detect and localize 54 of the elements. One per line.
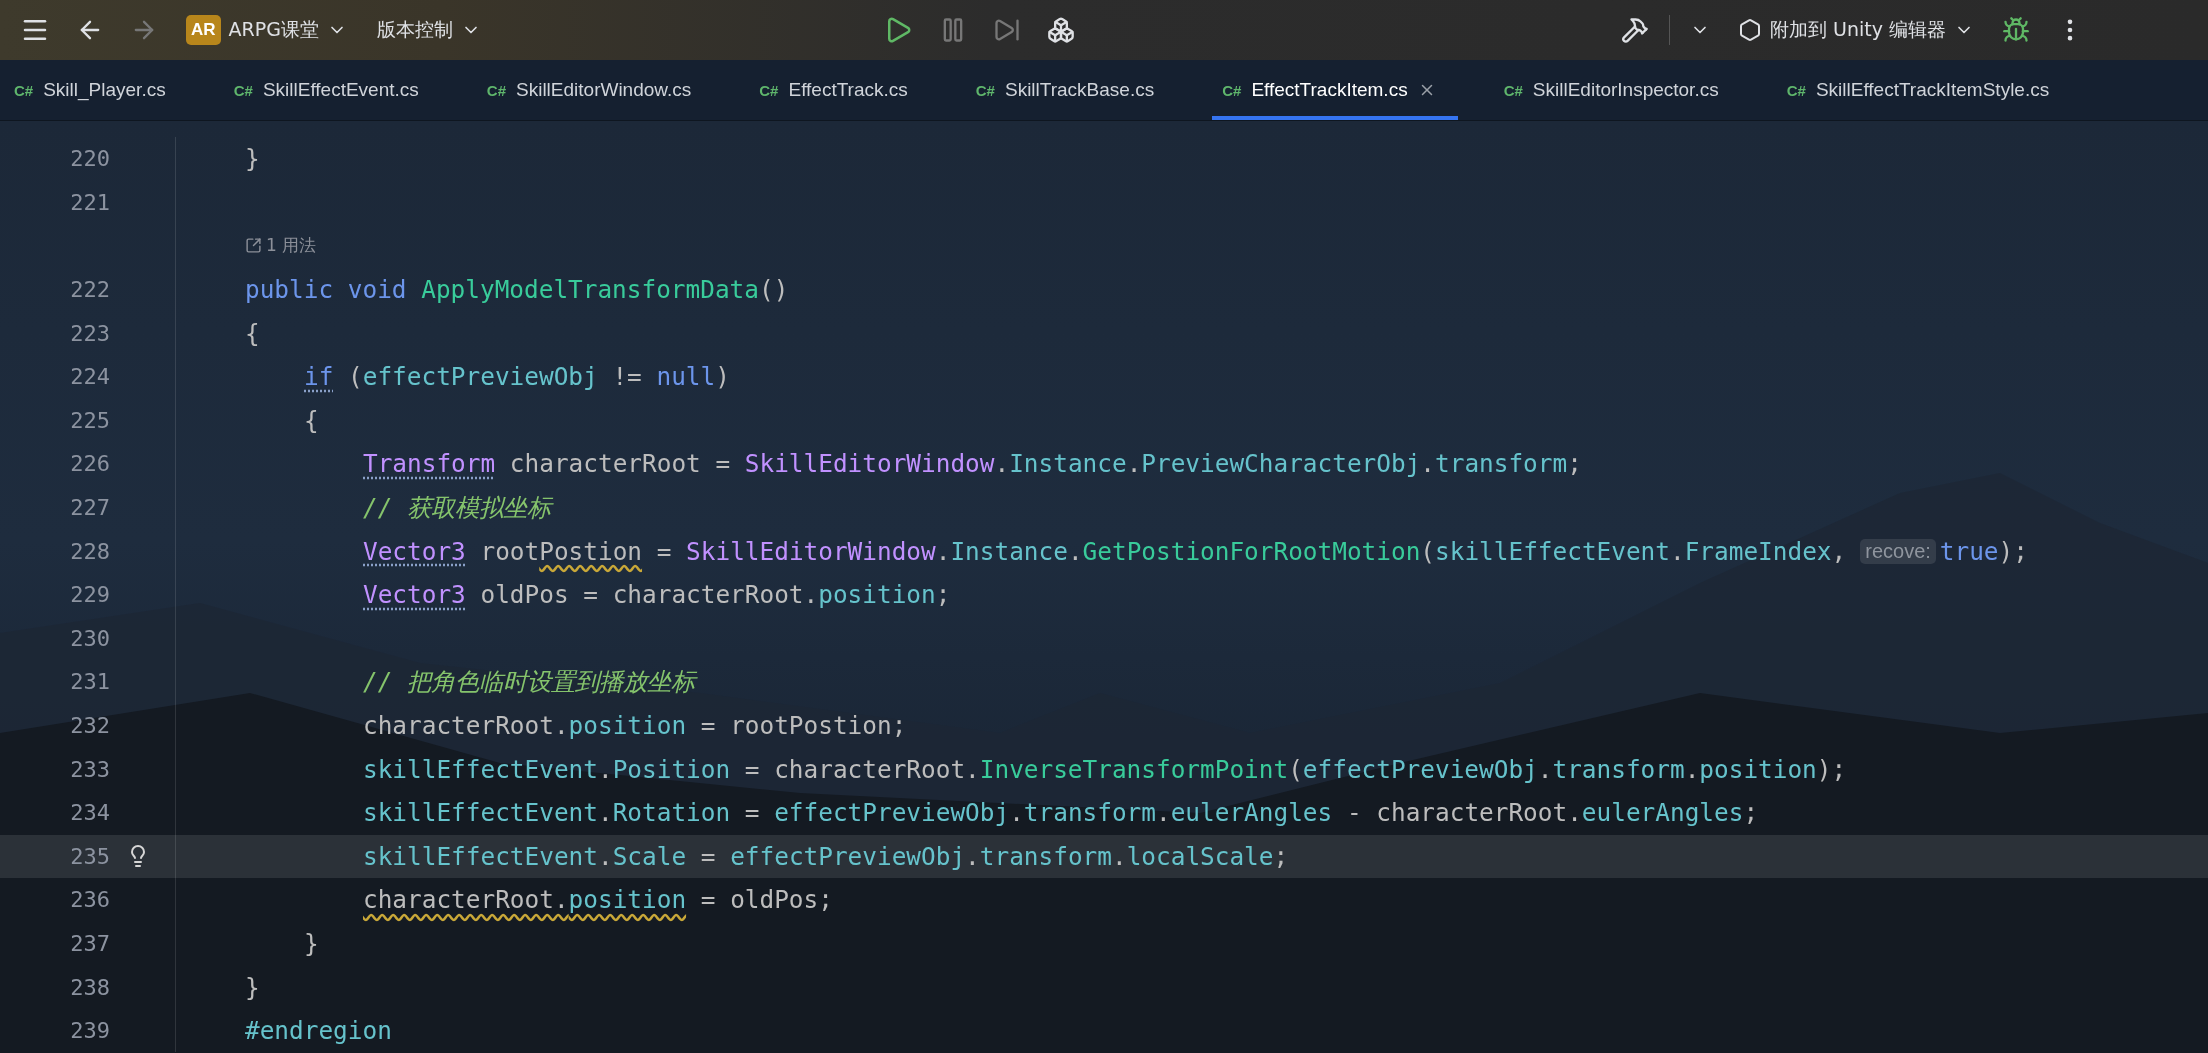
code-line: skillEffectEvent.Scale = effectPreviewObj.transform.localScale;: [363, 841, 1289, 871]
code-line: characterRoot.position = oldPos;: [363, 885, 833, 915]
file-tab[interactable]: C# SkillEditorWindow.cs: [476, 60, 714, 120]
line-number: 230: [69, 625, 110, 651]
hexagon-icon: [1738, 18, 1762, 42]
code-line: }: [245, 144, 260, 174]
code-line: if (effectPreviewObj != null): [304, 362, 730, 392]
line-number: 221: [69, 189, 110, 215]
file-tab[interactable]: C# SkillTrackBase.cs: [965, 60, 1177, 120]
line-number: 239: [69, 1018, 110, 1044]
line-number: 227: [69, 495, 110, 521]
code-line: skillEffectEvent.Position = characterRoot.InverseTransformPoint(effectPreviewObj.transform.position);: [363, 754, 1847, 784]
usages-link[interactable]: 1 用法: [245, 234, 317, 258]
line-number: 236: [69, 887, 110, 913]
line-number: 232: [69, 713, 110, 738]
file-tab[interactable]: C# SkillEffectEvent.cs: [223, 60, 441, 120]
file-tab[interactable]: C# SkillEditorInspector.cs: [1493, 60, 1741, 120]
line-number: 222: [69, 277, 110, 303]
line-number: 238: [69, 974, 110, 1000]
project-dropdown[interactable]: AR ARPG课堂: [178, 9, 355, 51]
line-number: 237: [69, 931, 110, 956]
project-badge: AR: [186, 15, 221, 45]
line-number: 228: [69, 538, 110, 564]
file-tab[interactable]: C# SkillEffectTrackItemStyle.cs: [1776, 60, 2072, 120]
line-number: 226: [69, 451, 110, 477]
code-line: Vector3 oldPos = characterRoot.position;: [363, 580, 951, 610]
inlay-hint: recove:: [1860, 538, 1936, 564]
vcs-dropdown[interactable]: 版本控制: [368, 11, 489, 49]
code-line: // 获取模拟坐标: [363, 491, 552, 524]
code-line: Vector3 rootPostion = SkillEditorWindow.Instance.GetPostionForRootMotion(skillEffectEvent.FrameIndex,: [363, 536, 1847, 566]
code-line: true);: [1939, 536, 2028, 566]
code-line: // 把角色临时设置到播放坐标: [363, 665, 696, 698]
code-line: }: [304, 929, 319, 958]
line-number: 235: [69, 843, 110, 869]
code-line: {: [245, 318, 260, 348]
code-line: #endregion: [245, 1016, 392, 1046]
line-number: 233: [69, 756, 110, 782]
code-line: Transform characterRoot = SkillEditorWindow.Instance.PreviewCharacterObj.transform;: [363, 449, 1582, 479]
file-tab[interactable]: C# EffectTrack.cs: [749, 60, 930, 120]
code-line: }: [245, 972, 260, 1002]
code-line: skillEffectEvent.Rotation = effectPreviewObj.transform.eulerAngles - characterRoot.eulerAngles;: [363, 798, 1759, 828]
line-number: 234: [69, 800, 110, 826]
run-config-dropdown[interactable]: 附加到 Unity 编辑器: [1730, 11, 1982, 49]
code-line: public void ApplyModelTransformData(): [245, 275, 789, 305]
code-line: characterRoot.position = rootPostion;: [363, 711, 907, 740]
line-number: 224: [69, 364, 110, 390]
line-number: 225: [69, 407, 110, 433]
line-number: 223: [69, 320, 110, 346]
code-line: {: [304, 405, 319, 435]
external-link-icon: [245, 237, 262, 255]
line-number: 220: [69, 146, 110, 172]
line-number: 231: [69, 669, 110, 695]
line-number: 229: [69, 582, 110, 608]
file-tab[interactable]: C# Skill_Player.cs: [4, 60, 188, 120]
